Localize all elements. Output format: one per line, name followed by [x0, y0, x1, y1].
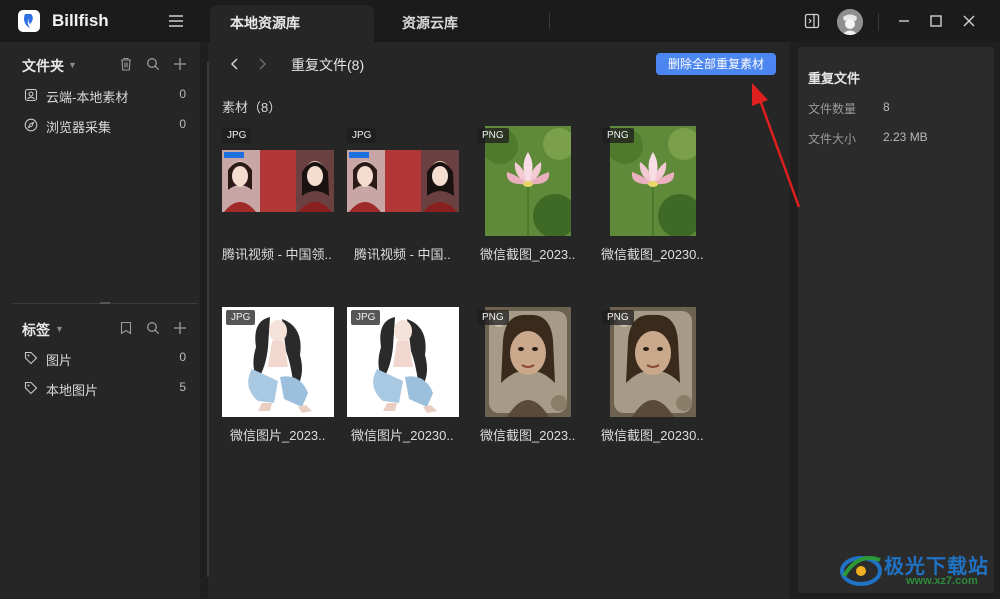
sidebar-item-cloud-local[interactable]: 云端-本地素材 0: [0, 81, 200, 109]
file-size-label: 文件大小: [808, 132, 857, 146]
sidebar-item-count: 5: [179, 380, 186, 394]
asset-caption[interactable]: 微信图片_20230..: [351, 425, 454, 444]
billfish-logo-icon: [18, 10, 40, 32]
cloud-folder-icon: [24, 88, 38, 102]
delete-all-duplicates-button[interactable]: 删除全部重复素材: [656, 53, 776, 75]
sidebar-item-tag-local-pictures[interactable]: 本地图片 5: [0, 374, 200, 402]
watermark-url: www.xz7.com: [906, 575, 978, 587]
details-panel: 重复文件 文件数量 8 文件大小 2.23 MB: [798, 47, 994, 593]
folder-search-icon[interactable]: [146, 57, 160, 71]
asset-thumbnail[interactable]: [347, 150, 459, 212]
tab-divider: [549, 13, 550, 29]
file-type-badge: PNG: [477, 310, 509, 325]
sidebar-item-label: 浏览器采集: [46, 120, 112, 135]
file-type-badge: JPG: [222, 128, 252, 143]
user-avatar[interactable]: [837, 9, 863, 35]
folders-section-title[interactable]: 文件夹: [22, 56, 64, 76]
tag-icon: [24, 381, 38, 395]
tag-search-icon[interactable]: [146, 321, 160, 335]
file-type-badge: PNG: [477, 128, 509, 143]
sidebar-item-count: 0: [179, 87, 186, 101]
file-count-value: 8: [883, 100, 890, 114]
sidebar-item-label: 云端-本地素材: [46, 90, 129, 105]
compass-icon: [24, 118, 38, 132]
asset-caption[interactable]: 微信截图_2023..: [480, 425, 575, 444]
forward-arrow-icon[interactable]: [256, 57, 268, 71]
app-name: Billfish: [52, 11, 109, 30]
file-count-label: 文件数量: [808, 102, 857, 116]
back-arrow-icon[interactable]: [229, 57, 241, 71]
details-title: 重复文件: [808, 71, 861, 86]
asset-caption[interactable]: 微信截图_20230..: [601, 425, 704, 444]
assets-section-label: 素材（8）: [222, 100, 282, 115]
sidebar-item-browser-collect[interactable]: 浏览器采集 0: [0, 111, 200, 139]
file-type-badge: JPG: [351, 310, 381, 325]
tab-cloud-library[interactable]: 资源云库: [402, 5, 458, 42]
tab-local-library[interactable]: 本地资源库: [210, 5, 374, 42]
breadcrumb: 重复文件(8): [291, 57, 365, 73]
asset-caption[interactable]: 腾讯视频 - 中国..: [354, 244, 451, 263]
maximize-icon[interactable]: [928, 13, 944, 29]
tags-section-title[interactable]: 标签: [22, 320, 50, 340]
file-type-badge: PNG: [602, 128, 634, 143]
file-size-value: 2.23 MB: [883, 130, 928, 144]
file-type-badge: JPG: [347, 128, 377, 143]
hamburger-menu-icon[interactable]: [168, 13, 184, 29]
asset-caption[interactable]: 微信截图_2023..: [480, 244, 575, 263]
watermark-logo-icon: [840, 556, 882, 586]
file-type-badge: JPG: [226, 310, 256, 325]
annotation-arrow-icon: [752, 83, 801, 208]
minimize-icon[interactable]: [896, 13, 912, 29]
window-controls-divider: [878, 13, 879, 31]
toggle-panel-icon[interactable]: [804, 13, 820, 29]
asset-caption[interactable]: 微信截图_20230..: [601, 244, 704, 263]
asset-caption[interactable]: 微信图片_2023..: [230, 425, 325, 444]
bookmark-icon[interactable]: [119, 321, 133, 335]
sidebar-item-label: 本地图片: [46, 383, 99, 398]
trash-icon[interactable]: [119, 57, 133, 71]
sidebar-item-tag-pictures[interactable]: 图片 0: [0, 344, 200, 372]
tags-caret-icon[interactable]: ▼: [55, 324, 64, 334]
asset-caption[interactable]: 腾讯视频 - 中国领..: [222, 244, 332, 263]
content-divider: [207, 62, 209, 577]
folders-caret-icon[interactable]: ▼: [68, 60, 77, 70]
sidebar-item-label: 图片: [46, 353, 73, 368]
sidebar-item-count: 0: [179, 350, 186, 364]
add-folder-icon[interactable]: [173, 57, 187, 71]
sidebar: 文件夹 ▼ 云端-本地素材 0 浏览器采集 0 标签 ▼ 图片 0 本地图片 5: [0, 42, 200, 599]
sidebar-item-count: 0: [179, 117, 186, 131]
close-icon[interactable]: [961, 13, 977, 29]
tag-icon: [24, 351, 38, 365]
file-type-badge: PNG: [602, 310, 634, 325]
resize-handle[interactable]: [100, 302, 110, 304]
title-bar: Billfish 本地资源库 资源云库: [0, 0, 1000, 42]
asset-thumbnail[interactable]: [222, 150, 334, 212]
add-tag-icon[interactable]: [173, 321, 187, 335]
